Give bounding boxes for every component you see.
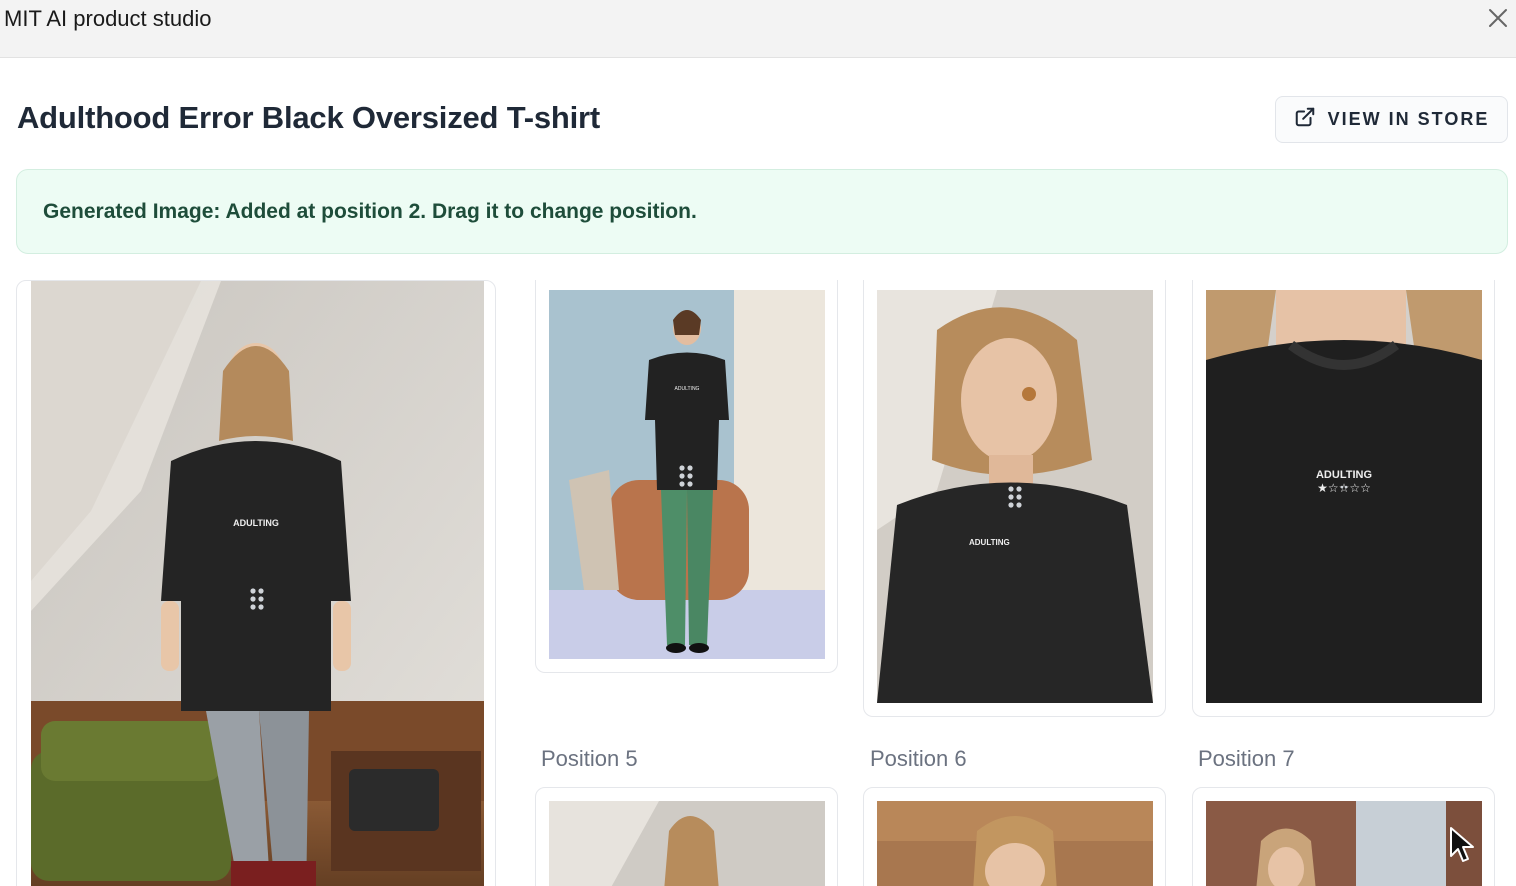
close-icon[interactable] bbox=[1486, 6, 1510, 30]
svg-text:ADULTING: ADULTING bbox=[1316, 469, 1372, 481]
position-label-5: Position 5 bbox=[541, 746, 638, 771]
product-image-6 bbox=[877, 801, 1153, 886]
product-image-1: ADULTING bbox=[31, 281, 484, 886]
gallery-card-5[interactable] bbox=[535, 787, 838, 886]
product-image-5 bbox=[549, 801, 825, 886]
drag-handle-icon[interactable] bbox=[678, 464, 694, 488]
svg-text:ADULTING: ADULTING bbox=[969, 538, 1010, 547]
gallery-card-7[interactable] bbox=[1192, 787, 1495, 886]
window-titlebar: MIT AI product studio bbox=[0, 0, 1516, 58]
product-title: Adulthood Error Black Oversized T-shirt bbox=[17, 100, 601, 135]
external-link-icon bbox=[1294, 106, 1316, 133]
gallery-card-6[interactable] bbox=[863, 787, 1166, 886]
gallery-card-2[interactable]: ADULTING bbox=[535, 280, 838, 673]
drag-handle-icon[interactable] bbox=[1007, 485, 1023, 509]
svg-text:ADULTING: ADULTING bbox=[675, 386, 700, 392]
drag-handle-icon[interactable] bbox=[1336, 484, 1352, 508]
app-title: MIT AI product studio bbox=[4, 6, 212, 31]
product-image-7 bbox=[1206, 801, 1482, 886]
position-label-6: Position 6 bbox=[870, 746, 967, 771]
svg-text:ADULTING: ADULTING bbox=[233, 518, 279, 528]
drag-handle-icon[interactable] bbox=[249, 587, 265, 611]
view-in-store-button[interactable]: VIEW IN STORE bbox=[1275, 96, 1508, 143]
position-label-7: Position 7 bbox=[1198, 746, 1295, 771]
gallery-card-1[interactable]: ADULTING bbox=[16, 280, 496, 886]
banner-message: Generated Image: Added at position 2. Dr… bbox=[43, 200, 697, 223]
gallery-card-3[interactable]: ADULTING bbox=[863, 280, 1166, 717]
notification-banner: Generated Image: Added at position 2. Dr… bbox=[16, 169, 1508, 254]
view-in-store-label: VIEW IN STORE bbox=[1327, 109, 1490, 129]
gallery-card-4[interactable]: ADULTING ★☆☆☆☆ bbox=[1192, 280, 1495, 717]
